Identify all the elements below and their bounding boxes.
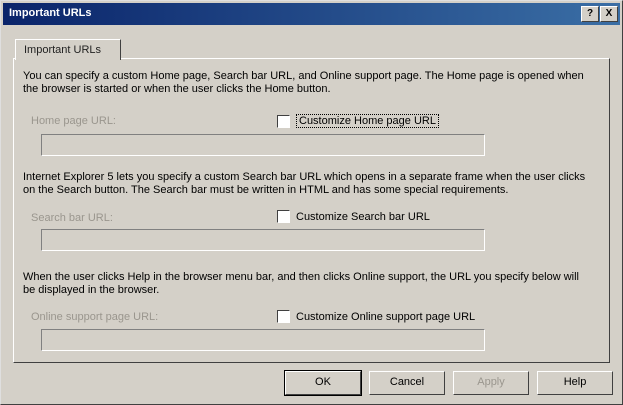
support-description: When the user clicks Help in the browser… bbox=[23, 271, 579, 296]
search-bar-label: Search bar URL: bbox=[31, 212, 113, 224]
title-bar[interactable]: Important URLs ? X bbox=[3, 3, 620, 25]
checkbox-box[interactable] bbox=[277, 114, 290, 128]
tab-important-urls[interactable]: Important URLs bbox=[15, 39, 121, 60]
checkbox-label[interactable]: Customize Home page URL bbox=[296, 114, 439, 128]
help-icon[interactable]: ? bbox=[581, 6, 599, 22]
home-page-label: Home page URL: bbox=[31, 115, 116, 127]
customize-support-checkbox[interactable]: Customize Online support page URL bbox=[277, 310, 475, 323]
ok-button[interactable]: OK bbox=[284, 370, 362, 396]
checkbox-box[interactable] bbox=[277, 210, 290, 223]
dialog-window: Important URLs ? X Important URLs You ca… bbox=[0, 0, 623, 405]
tab-label: Important URLs bbox=[24, 44, 102, 56]
customize-home-checkbox[interactable]: Customize Home page URL bbox=[277, 114, 439, 128]
customize-search-checkbox[interactable]: Customize Search bar URL bbox=[277, 210, 430, 223]
close-icon[interactable]: X bbox=[600, 6, 618, 22]
online-support-url-field[interactable] bbox=[41, 329, 485, 351]
search-description: Internet Explorer 5 lets you specify a c… bbox=[23, 171, 586, 196]
checkbox-label[interactable]: Customize Search bar URL bbox=[296, 211, 430, 223]
home-description: You can specify a custom Home page, Sear… bbox=[23, 70, 584, 95]
window-title: Important URLs bbox=[9, 7, 92, 19]
apply-button[interactable]: Apply bbox=[453, 371, 529, 395]
home-page-url-field[interactable] bbox=[41, 134, 485, 156]
checkbox-label[interactable]: Customize Online support page URL bbox=[296, 311, 475, 323]
help-button[interactable]: Help bbox=[537, 371, 613, 395]
cancel-button[interactable]: Cancel bbox=[369, 371, 445, 395]
search-bar-url-field[interactable] bbox=[41, 229, 485, 251]
online-support-label: Online support page URL: bbox=[31, 311, 159, 323]
checkbox-box[interactable] bbox=[277, 310, 290, 323]
